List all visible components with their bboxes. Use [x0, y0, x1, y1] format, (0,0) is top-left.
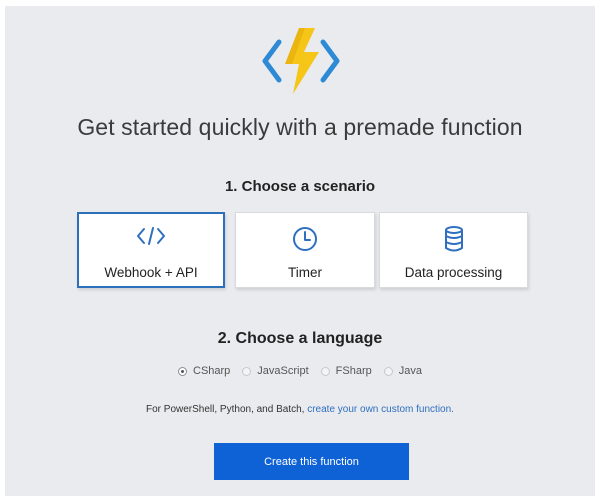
language-option-java[interactable]: Java: [383, 365, 422, 377]
radio-button[interactable]: [178, 366, 187, 376]
scenario-card-label: Data processing: [404, 265, 503, 280]
scenario-card-data-processing[interactable]: Data processing: [379, 212, 528, 288]
language-option-javascript[interactable]: JavaScript: [242, 365, 309, 377]
footnote-text: For PowerShell, Python, and Batch,: [146, 404, 305, 415]
language-option-fsharp[interactable]: FSharp: [320, 365, 372, 377]
code-brackets-icon: [136, 225, 166, 252]
page-headline: Get started quickly with a premade funct…: [77, 114, 523, 140]
radio-button[interactable]: [242, 366, 252, 376]
scenario-card-label: Timer: [288, 265, 322, 280]
custom-function-note: For PowerShell, Python, and Batch, creat…: [0, 404, 600, 415]
language-radio-group: CSharp JavaScript FSharp Java: [0, 365, 600, 377]
radio-label: FSharp: [335, 365, 372, 377]
azure-functions-bolt-icon: [262, 28, 340, 94]
scenario-card-timer[interactable]: Timer: [235, 212, 375, 288]
clock-icon: [291, 225, 319, 258]
create-custom-function-link[interactable]: create your own custom function.: [307, 404, 454, 415]
language-option-csharp[interactable]: CSharp: [178, 365, 230, 377]
scenario-card-label: Webhook + API: [104, 265, 198, 280]
radio-button[interactable]: [383, 366, 393, 376]
language-heading: 2. Choose a language: [217, 330, 383, 347]
create-function-button[interactable]: Create this function: [214, 443, 409, 480]
scenario-heading: 1. Choose a scenario: [224, 178, 376, 195]
azure-functions-logo: [259, 26, 343, 96]
database-icon: [442, 225, 466, 258]
radio-button[interactable]: [320, 366, 330, 376]
radio-label: Java: [398, 365, 422, 377]
scenario-card-webhook-api[interactable]: Webhook + API: [77, 212, 225, 288]
radio-label: CSharp: [193, 365, 231, 377]
radio-label: JavaScript: [257, 365, 309, 377]
